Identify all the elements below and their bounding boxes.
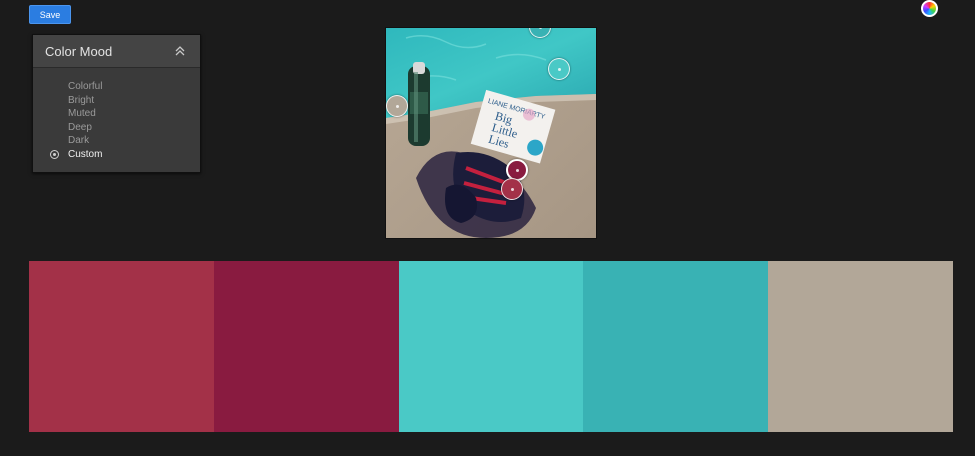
radio-selected-icon — [50, 149, 59, 159]
color-picker-5[interactable] — [501, 178, 523, 200]
bottle — [408, 62, 430, 146]
swatch-3[interactable] — [398, 261, 584, 432]
mood-option-label: Custom — [68, 148, 103, 160]
panel-title: Color Mood — [45, 43, 113, 59]
color-picker-2[interactable] — [548, 58, 570, 80]
mood-option-dark[interactable]: Dark — [33, 134, 200, 148]
mood-option-muted[interactable]: Muted — [33, 107, 200, 121]
mood-option-bright[interactable]: Bright — [33, 94, 200, 108]
save-button[interactable]: Save — [29, 5, 71, 24]
color-palette — [29, 261, 953, 432]
mood-option-label: Deep — [68, 121, 92, 133]
chevron-up-double-icon[interactable] — [174, 45, 186, 57]
source-photo: LIANE MORIARTY Big Little Lies — [385, 27, 597, 239]
swatch-4[interactable] — [583, 261, 769, 432]
panel-header[interactable]: Color Mood — [33, 35, 200, 68]
mood-option-colorful[interactable]: Colorful — [33, 80, 200, 94]
mood-options-list: Colorful Bright Muted Deep Dark Custom — [33, 68, 200, 161]
color-picker-3[interactable] — [386, 95, 408, 117]
mood-option-label: Bright — [68, 94, 95, 106]
swatch-1[interactable] — [29, 261, 214, 432]
mood-option-label: Muted — [68, 108, 96, 119]
swatch-5[interactable] — [768, 261, 953, 432]
color-mood-panel: Color Mood Colorful Bright Muted Deep Da… — [32, 34, 201, 173]
color-wheel-icon[interactable] — [921, 0, 938, 17]
mood-option-deep[interactable]: Deep — [33, 121, 200, 135]
mood-option-custom[interactable]: Custom — [33, 148, 200, 162]
mood-option-label: Dark — [68, 135, 90, 146]
mood-option-label: Colorful — [68, 81, 103, 92]
swatch-2[interactable] — [213, 261, 399, 432]
